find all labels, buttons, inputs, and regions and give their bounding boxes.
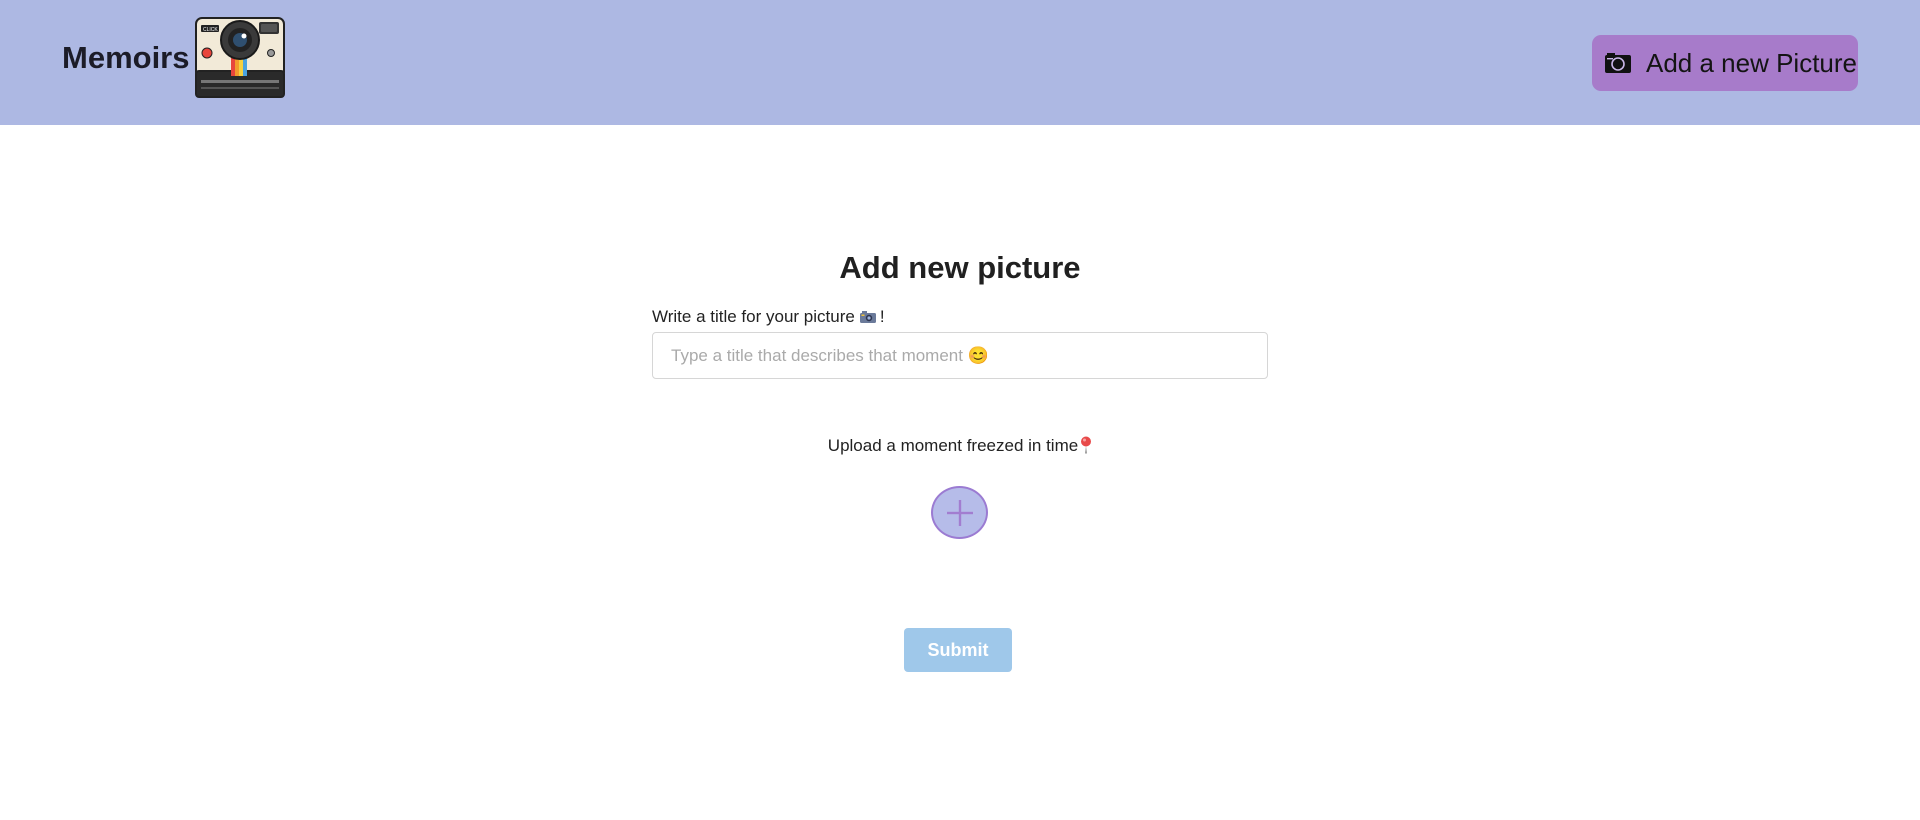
brand-title: Memoirs: [62, 40, 190, 75]
app-header: Memoirs CLICK Add a new Picture: [0, 0, 1920, 125]
instant-camera-logo-icon: CLICK: [195, 17, 286, 98]
brand[interactable]: Memoirs CLICK: [62, 16, 287, 100]
add-new-picture-label: Add a new Picture: [1646, 47, 1858, 78]
upload-label: Upload a moment freezed in time: [0, 436, 1920, 456]
title-label-exclamation: !: [879, 307, 885, 326]
plus-icon: [946, 499, 973, 526]
title-input[interactable]: [652, 332, 1268, 379]
camera-icon: [1605, 53, 1631, 73]
title-field-label: Write a title for your picture !: [652, 307, 885, 327]
camera-emoji-icon: [859, 311, 876, 323]
pushpin-icon: [1081, 436, 1092, 454]
logo-click-text: CLICK: [203, 27, 218, 33]
title-label-text: Write a title for your picture: [652, 307, 855, 326]
upload-image-button[interactable]: [931, 486, 988, 539]
page-title: Add new picture: [839, 250, 1081, 285]
upload-label-text: Upload a moment freezed in time: [827, 436, 1079, 455]
submit-button[interactable]: Submit: [904, 628, 1012, 672]
add-new-picture-button[interactable]: Add a new Picture: [1592, 35, 1858, 91]
